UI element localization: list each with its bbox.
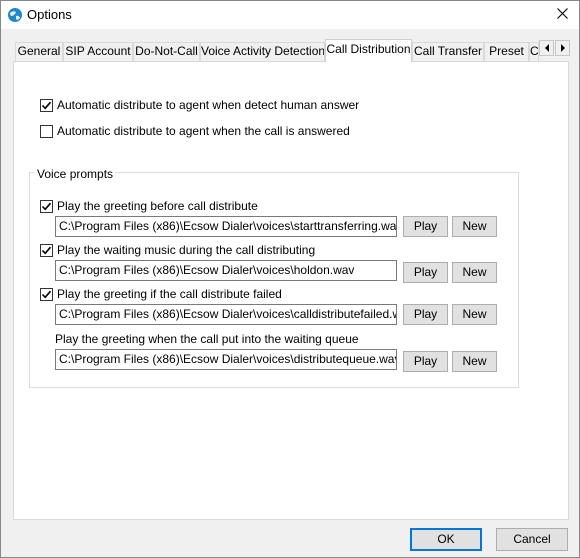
prompt-waiting-queue-path-field[interactable]: C:\Program Files (x86)\Ecsow Dialer\voic…: [55, 349, 397, 370]
prompt-greeting-before-path-field[interactable]: C:\Program Files (x86)\Ecsow Dialer\voic…: [55, 216, 397, 237]
prompt-waiting-music-path-field[interactable]: C:\Program Files (x86)\Ecsow Dialer\voic…: [55, 260, 397, 281]
prompt-waiting-music-play-button[interactable]: Play: [403, 262, 448, 283]
auto-distribute-human-checkbox[interactable]: [40, 98, 53, 112]
prompt-waiting-queue-label: Play the greeting when the call put into…: [55, 332, 359, 346]
tab-strip: General SIP Account Do-Not-Call Voice Ac…: [15, 39, 570, 62]
cancel-button[interactable]: Cancel: [496, 528, 568, 551]
auto-distribute-answered-checkbox[interactable]: [40, 124, 53, 138]
tab-truncated[interactable]: C: [529, 42, 539, 61]
auto-distribute-answered-option[interactable]: Automatic distribute to agent when the c…: [40, 124, 350, 138]
arrow-left-icon: [544, 41, 550, 55]
close-icon: [556, 8, 568, 22]
prompt-greeting-before-option[interactable]: Play the greeting before call distribute: [40, 199, 258, 213]
prompt-greeting-before-play-button[interactable]: Play: [403, 216, 448, 237]
auto-distribute-answered-label: Automatic distribute to agent when the c…: [57, 124, 350, 138]
close-button[interactable]: [545, 1, 579, 29]
voice-prompts-group-label: Voice prompts: [35, 167, 116, 181]
auto-distribute-human-option[interactable]: Automatic distribute to agent when detec…: [40, 98, 359, 112]
window-title: Options: [27, 7, 72, 22]
prompt-waiting-queue-play-button[interactable]: Play: [403, 351, 448, 372]
tab-preset[interactable]: Preset: [484, 42, 529, 61]
tab-general[interactable]: General: [15, 42, 63, 61]
tab-scroll-left-button[interactable]: [539, 40, 554, 56]
prompt-waiting-music-new-button[interactable]: New: [452, 262, 497, 283]
prompt-distribute-failed-option[interactable]: Play the greeting if the call distribute…: [40, 287, 282, 301]
options-dialog: Options General SIP Account Do-Not-Call …: [0, 0, 580, 558]
prompt-distribute-failed-path-field[interactable]: C:\Program Files (x86)\Ecsow Dialer\voic…: [55, 304, 397, 325]
tab-do-not-call[interactable]: Do-Not-Call: [133, 42, 200, 61]
prompt-distribute-failed-label: Play the greeting if the call distribute…: [57, 287, 282, 301]
tab-scroll-right-button[interactable]: [555, 40, 570, 56]
prompt-distribute-failed-new-button[interactable]: New: [452, 304, 497, 325]
tab-voice-activity-detection[interactable]: Voice Activity Detection: [200, 42, 325, 61]
prompt-waiting-queue-new-button[interactable]: New: [452, 351, 497, 372]
prompt-greeting-before-new-button[interactable]: New: [452, 216, 497, 237]
prompt-distribute-failed-checkbox[interactable]: [40, 287, 53, 301]
prompt-waiting-music-option[interactable]: Play the waiting music during the call d…: [40, 243, 315, 257]
prompt-waiting-music-label: Play the waiting music during the call d…: [57, 243, 316, 257]
prompt-greeting-before-label: Play the greeting before call distribute: [57, 199, 258, 213]
arrow-right-icon: [560, 41, 566, 55]
call-distribution-panel: Automatic distribute to agent when detec…: [13, 61, 569, 520]
tab-call-distribution[interactable]: Call Distribution: [325, 39, 412, 62]
tab-sip-account[interactable]: SIP Account: [63, 42, 133, 61]
prompt-waiting-music-checkbox[interactable]: [40, 243, 53, 257]
prompt-greeting-before-checkbox[interactable]: [40, 199, 53, 213]
app-globe-icon: [7, 7, 23, 23]
auto-distribute-human-label: Automatic distribute to agent when detec…: [57, 98, 360, 112]
tab-call-transfer[interactable]: Call Transfer: [412, 42, 484, 61]
prompt-distribute-failed-play-button[interactable]: Play: [403, 304, 448, 325]
ok-button[interactable]: OK: [410, 528, 482, 551]
title-bar: Options: [1, 1, 579, 29]
